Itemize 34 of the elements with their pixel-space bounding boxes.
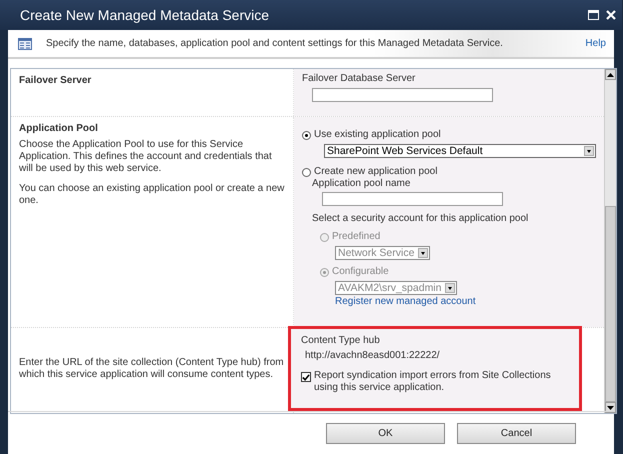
radio-label: Predefined (332, 231, 380, 243)
field-label: Application pool name (312, 178, 410, 190)
radio-label: Configurable (332, 266, 389, 278)
scrollbar[interactable] (604, 69, 616, 413)
radio-label: Use existing application pool (314, 129, 441, 141)
radio-button[interactable] (302, 168, 311, 176)
maximize-icon[interactable] (588, 10, 599, 20)
field-label: Select a security account for this application pool (312, 213, 528, 225)
section-title: Failover Server (19, 75, 92, 86)
register-account-link[interactable]: Register new managed account (335, 296, 476, 307)
window-title: Create New Managed Metadata Service (20, 7, 270, 23)
checkbox-label: Report syndication import errors from Site Collections using this service application. (314, 370, 552, 394)
scroll-thumb[interactable] (605, 206, 616, 402)
section-title: Application Pool (19, 123, 98, 134)
header-description: Specify the name, databases, application pool and content settings for this Managed Metadata Service. (46, 38, 504, 49)
scroll-down-icon[interactable] (605, 402, 616, 413)
hub-url: http://avachn8easd001:22222/ (305, 350, 440, 362)
ok-button[interactable]: OK (326, 422, 445, 444)
field-label: Content Type hub (301, 335, 380, 347)
close-icon[interactable] (606, 10, 616, 20)
failover-server-field[interactable] (312, 88, 493, 102)
section-description: Choose the Application Pool to use for this Service Application. This defines the account and credentials that will be used by this web service. (19, 139, 273, 175)
help-link[interactable]: Help (585, 38, 606, 49)
application-pool-dropdown[interactable]: SharePoint Web Services Default (324, 144, 596, 158)
radio-label: Create new application pool (314, 166, 438, 178)
section-description: Enter the URL of the site collection (Content Type hub) from which this service application will consume content types. (19, 357, 285, 381)
field-label: Failover Database Server (302, 73, 416, 85)
form-icon (18, 38, 32, 50)
radio-button[interactable] (302, 130, 311, 140)
checkbox[interactable] (301, 372, 311, 382)
section-description: You can choose an existing application pool or create a new one. (19, 183, 285, 207)
scroll-up-icon[interactable] (605, 69, 616, 80)
pool-name-field[interactable] (322, 192, 503, 206)
cancel-button[interactable]: Cancel (457, 422, 576, 444)
